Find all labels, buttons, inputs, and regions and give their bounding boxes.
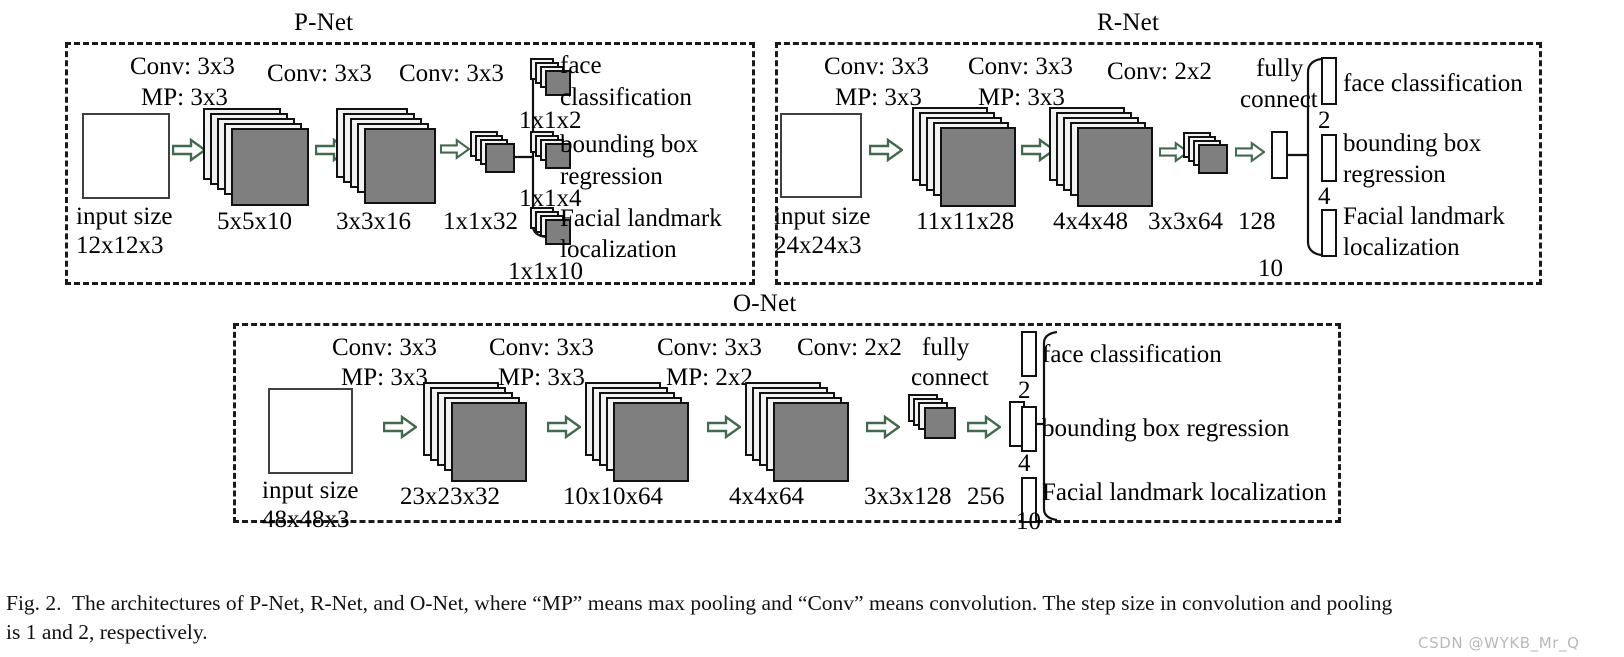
rnet-title: R-Net bbox=[1090, 10, 1167, 35]
pnet-feature-stack-3 bbox=[470, 131, 520, 181]
pnet-input-square bbox=[82, 113, 170, 199]
rnet-stage1-dims: 11x11x28 bbox=[916, 208, 1015, 235]
pnet-arrow-3 bbox=[440, 138, 470, 160]
onet-input-label: input size bbox=[262, 477, 359, 504]
rnet-output-2-label-line2: regression bbox=[1343, 161, 1446, 188]
rnet-arrow-1 bbox=[869, 138, 903, 162]
rnet-output-2-units: 4 bbox=[1318, 183, 1331, 210]
figure-mtcnn-architectures: P-Net Conv: 3x3 MP: 3x3 Conv: 3x3 Conv: … bbox=[0, 0, 1624, 657]
onet-arrow-1 bbox=[383, 415, 417, 439]
rnet-feature-stack-3 bbox=[1183, 132, 1235, 184]
rnet-input-dims: 24x24x3 bbox=[774, 232, 862, 259]
onet-fully-connect-label-line2: connect bbox=[911, 364, 989, 391]
onet-stage2-dims: 10x10x64 bbox=[563, 483, 663, 510]
pnet-output-2-label-line1: bounding box bbox=[560, 131, 699, 158]
rnet-output-2-label-line1: bounding box bbox=[1343, 130, 1482, 157]
onet-output-2-label: bounding box regression bbox=[1042, 415, 1290, 442]
pnet-feature-stack-2 bbox=[336, 108, 436, 208]
rnet-stage3-conv-label: Conv: 2x2 bbox=[1107, 58, 1212, 85]
figure-caption-line-2: is 1 and 2, respectively. bbox=[6, 620, 208, 644]
pnet-output-3-label-line1: Facial landmark bbox=[560, 205, 722, 232]
pnet-feature-stack-1 bbox=[203, 108, 309, 208]
rnet-stage2-conv-label: Conv: 3x3 bbox=[968, 53, 1073, 80]
figure-caption-line-1: Fig. 2. The architectures of P-Net, R-Ne… bbox=[6, 591, 1393, 615]
rnet-stage1-pool-label: MP: 3x3 bbox=[835, 84, 922, 111]
onet-feature-stack-1 bbox=[423, 382, 527, 484]
pnet-output-1-label-line1: face bbox=[560, 52, 602, 79]
onet-output-2-units: 4 bbox=[1018, 450, 1031, 477]
rnet-stage2-dims: 4x4x48 bbox=[1053, 208, 1128, 235]
onet-stage3-dims: 4x4x64 bbox=[729, 483, 804, 510]
onet-output-bar-face-classification bbox=[1021, 331, 1037, 377]
onet-arrow-4 bbox=[866, 415, 900, 439]
rnet-feature-stack-2 bbox=[1049, 107, 1153, 209]
onet-stage4-dims: 3x3x128 bbox=[864, 483, 952, 510]
pnet-input-label: input size bbox=[76, 203, 173, 230]
pnet-arrow-1 bbox=[172, 138, 206, 162]
onet-fc-units: 256 bbox=[967, 483, 1005, 510]
rnet-feature-stack-1 bbox=[912, 107, 1016, 209]
onet-arrow-5 bbox=[967, 415, 1001, 439]
pnet-stage1-conv-label: Conv: 3x3 bbox=[130, 53, 235, 80]
rnet-output-3-label-line2: localization bbox=[1343, 234, 1460, 261]
rnet-arrow-4 bbox=[1235, 141, 1265, 163]
onet-output-3-label: Facial landmark localization bbox=[1042, 479, 1327, 506]
pnet-stage3-dims: 1x1x32 bbox=[443, 208, 518, 235]
rnet-output-bar-facial-landmark bbox=[1321, 209, 1337, 257]
pnet-stage2-conv-label: Conv: 3x3 bbox=[267, 60, 372, 87]
rnet-output-3-label-line1: Facial landmark bbox=[1343, 203, 1505, 230]
onet-input-square bbox=[268, 388, 353, 474]
onet-output-1-units: 2 bbox=[1018, 377, 1031, 404]
onet-output-3-units: 10 bbox=[1016, 508, 1041, 535]
rnet-stage3-dims: 3x3x64 bbox=[1148, 208, 1223, 235]
onet-input-dims: 48x48x3 bbox=[262, 506, 350, 533]
rnet-fc-bar bbox=[1271, 131, 1288, 179]
onet-stage2-conv-label: Conv: 3x3 bbox=[489, 334, 594, 361]
rnet-output-bar-face-classification bbox=[1321, 57, 1337, 105]
onet-output-bar-bounding-box bbox=[1021, 406, 1037, 452]
onet-stage1-pool-label: MP: 3x3 bbox=[341, 364, 428, 391]
onet-stage1-dims: 23x23x32 bbox=[400, 483, 500, 510]
rnet-fc-units: 128 bbox=[1238, 208, 1276, 235]
rnet-input-label: input size bbox=[774, 203, 871, 230]
onet-feature-stack-2 bbox=[585, 382, 689, 484]
csdn-watermark: CSDN @WYKB_Mr_Q bbox=[1418, 634, 1580, 652]
pnet-title: P-Net bbox=[287, 10, 361, 35]
onet-arrow-2 bbox=[547, 415, 581, 439]
onet-title: O-Net bbox=[726, 291, 804, 316]
rnet-output-bar-bounding-box bbox=[1321, 134, 1337, 182]
onet-stage1-conv-label: Conv: 3x3 bbox=[332, 334, 437, 361]
pnet-input-dims: 12x12x3 bbox=[76, 232, 164, 259]
rnet-output-1-units: 2 bbox=[1318, 107, 1331, 134]
onet-arrow-3 bbox=[707, 415, 741, 439]
onet-feature-stack-4 bbox=[908, 394, 962, 448]
onet-feature-stack-3 bbox=[745, 382, 849, 484]
onet-fully-connect-label-line1: fully bbox=[922, 334, 970, 361]
onet-stage3-conv-label: Conv: 3x3 bbox=[657, 334, 762, 361]
rnet-stage1-conv-label: Conv: 3x3 bbox=[824, 53, 929, 80]
onet-output-1-label: face classification bbox=[1042, 341, 1222, 368]
pnet-output-3-dims: 1x1x10 bbox=[508, 258, 583, 285]
rnet-output-1-label: face classification bbox=[1343, 70, 1523, 97]
pnet-stage3-conv-label: Conv: 3x3 bbox=[399, 60, 504, 87]
rnet-input-square bbox=[780, 113, 862, 198]
pnet-stage1-dims: 5x5x10 bbox=[217, 208, 292, 235]
onet-stage4-conv-label: Conv: 2x2 bbox=[797, 334, 902, 361]
rnet-output-3-units: 10 bbox=[1258, 255, 1283, 282]
pnet-stage2-dims: 3x3x16 bbox=[336, 208, 411, 235]
